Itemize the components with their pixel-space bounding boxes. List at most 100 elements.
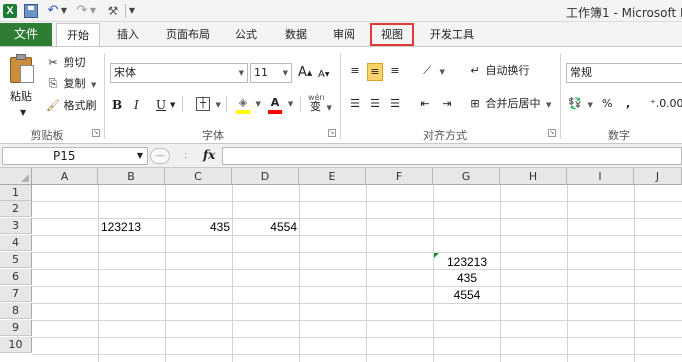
wrap-text-button[interactable]: ↵ 自动换行 <box>468 63 529 79</box>
quick-access-divider <box>125 4 126 18</box>
format-painter-button[interactable]: 🖌 格式刷 <box>46 98 96 114</box>
decrease-indent-icon: ⇤ <box>420 97 430 110</box>
tab-page-layout[interactable]: 页面布局 <box>160 23 216 46</box>
row-header-6[interactable]: 6 <box>0 269 32 285</box>
number-format-select[interactable]: 常规 <box>566 63 682 83</box>
grow-font-icon: ▲ <box>306 69 313 77</box>
orientation-button[interactable]: ⟋ ▼ <box>420 63 445 80</box>
underline-button[interactable]: U <box>156 97 166 113</box>
merge-center-label: 合并后居中 <box>485 97 541 110</box>
row-header-7[interactable]: 7 <box>0 286 32 302</box>
column-header-h[interactable]: H <box>500 168 567 185</box>
phonetic-guide-button[interactable]: 变 ▼ <box>310 99 332 116</box>
column-header-i[interactable]: I <box>567 168 634 185</box>
percent-style-button[interactable]: % <box>602 96 612 112</box>
align-bottom-button[interactable]: ≡ <box>388 63 402 79</box>
row-header-8[interactable]: 8 <box>0 303 32 319</box>
customize-icon[interactable]: ⚒ <box>104 4 122 18</box>
clipboard-launcher-icon[interactable]: ↘ <box>92 129 100 137</box>
column-header-b[interactable]: B <box>98 168 165 185</box>
undo-dropdown-icon[interactable]: ▼ <box>60 4 68 18</box>
align-center-button[interactable]: ☰ <box>368 96 382 112</box>
paste-dropdown-icon[interactable]: ▼ <box>20 105 26 121</box>
cell-d3[interactable]: 4554 <box>233 219 297 235</box>
paste-button[interactable] <box>8 53 36 87</box>
accounting-format-button[interactable]: 💱 ▼ <box>568 96 593 113</box>
borders-button[interactable]: ┼ ▼ <box>196 96 221 113</box>
tab-data[interactable]: 数据 <box>278 23 314 46</box>
column-header-d[interactable]: D <box>232 168 299 185</box>
italic-button[interactable]: I <box>134 97 139 113</box>
insert-function-button[interactable]: fx <box>203 148 215 162</box>
row-header-9[interactable]: 9 <box>0 320 32 336</box>
font-color-dropdown-icon: ▼ <box>287 100 294 108</box>
cut-button[interactable]: ✂ 剪切 <box>46 55 85 71</box>
copy-button[interactable]: ⎘ 复制 ▼ <box>46 76 97 93</box>
row-header-5[interactable]: 5 <box>0 252 32 268</box>
cell-g6[interactable]: 435 <box>434 270 500 286</box>
column-header-g[interactable]: G <box>433 168 500 185</box>
row-header-3[interactable]: 3 <box>0 218 32 234</box>
increase-decimal-button[interactable]: ⁺.0 <box>650 96 667 112</box>
align-top-button[interactable]: ≡ <box>348 63 362 79</box>
column-header-e[interactable]: E <box>299 168 366 185</box>
tab-file[interactable]: 文件 <box>0 23 52 46</box>
tab-developer[interactable]: 开发工具 <box>422 23 482 46</box>
select-all-corner[interactable] <box>0 168 32 185</box>
align-left-button[interactable]: ☰ <box>348 96 362 112</box>
row-header-4[interactable]: 4 <box>0 235 32 251</box>
font-size-select[interactable]: 11 ▼ <box>250 63 292 83</box>
undo-icon[interactable]: ↶ <box>46 4 60 18</box>
title-bar: X ↶ ▼ ↷ ▼ ⚒ ▼ 工作簿1 - Microsoft E <box>0 0 682 22</box>
increase-decimal-icon: ⁺.0 <box>650 96 667 110</box>
paintbrush-icon: 🖌 <box>46 99 60 112</box>
cell-g5[interactable]: 123213 <box>434 254 500 270</box>
redo-dropdown-icon[interactable]: ▼ <box>89 4 97 18</box>
decrease-decimal-button[interactable]: .00 <box>666 96 682 112</box>
formula-bar-collapse-handle[interactable]: — <box>150 148 170 164</box>
tab-home[interactable]: 开始 <box>56 23 100 47</box>
font-launcher-icon[interactable]: ↘ <box>328 129 336 137</box>
tab-insert[interactable]: 插入 <box>108 23 148 46</box>
paste-label[interactable]: 粘贴 <box>10 89 32 105</box>
increase-indent-icon: ⇥ <box>442 97 452 110</box>
excel-logo-icon[interactable]: X <box>3 4 17 18</box>
cell-b3[interactable]: 123213 <box>101 219 141 235</box>
formula-input[interactable] <box>222 147 682 165</box>
tab-review[interactable]: 审阅 <box>326 23 362 46</box>
save-icon[interactable] <box>24 4 38 18</box>
row-header-1[interactable]: 1 <box>0 185 32 201</box>
tab-view[interactable]: 视图 <box>370 23 414 46</box>
column-header-j[interactable]: J <box>634 168 682 185</box>
align-center-icon: ☰ <box>370 97 380 110</box>
quick-access-more-icon[interactable]: ▼ <box>128 4 136 18</box>
cell-c3[interactable]: 435 <box>166 219 230 235</box>
column-header-c[interactable]: C <box>165 168 232 185</box>
font-name-select[interactable]: 宋体 ▼ <box>110 63 248 83</box>
row-header-2[interactable]: 2 <box>0 201 32 217</box>
comma-style-button[interactable]: , <box>626 96 630 112</box>
name-box[interactable]: P15 ▼ <box>2 147 148 165</box>
redo-icon[interactable]: ↷ <box>75 4 89 18</box>
grow-font-button[interactable]: A▲ <box>298 65 312 81</box>
align-right-button[interactable]: ☰ <box>388 96 402 112</box>
fill-color-swatch <box>236 110 250 114</box>
decrease-indent-button[interactable]: ⇤ <box>418 96 432 112</box>
cell-g7[interactable]: 4554 <box>434 287 500 303</box>
clipboard-group-label: 剪贴板 <box>30 129 64 142</box>
column-header-f[interactable]: F <box>366 168 433 185</box>
shrink-font-button[interactable]: A▼ <box>318 67 329 83</box>
alignment-launcher-icon[interactable]: ↘ <box>548 129 556 137</box>
merge-center-button[interactable]: ⊞ 合并后居中 ▼ <box>468 96 551 113</box>
spreadsheet-grid[interactable]: A B C D E F G H I J 1 2 3 4 5 6 7 8 9 10… <box>0 168 682 362</box>
tab-formulas[interactable]: 公式 <box>228 23 264 46</box>
underline-dropdown-icon[interactable]: ▼ <box>170 97 175 113</box>
row-header-10[interactable]: 10 <box>0 337 32 353</box>
bold-button[interactable]: B <box>112 97 122 113</box>
column-header-a[interactable]: A <box>32 168 98 185</box>
copy-dropdown-icon[interactable]: ▼ <box>91 81 96 89</box>
increase-indent-button[interactable]: ⇥ <box>440 96 454 112</box>
align-middle-button[interactable]: ≡ <box>367 63 383 81</box>
borders-icon: ┼ <box>196 97 210 111</box>
formula-bar: P15 ▼ — : fx <box>0 144 682 168</box>
